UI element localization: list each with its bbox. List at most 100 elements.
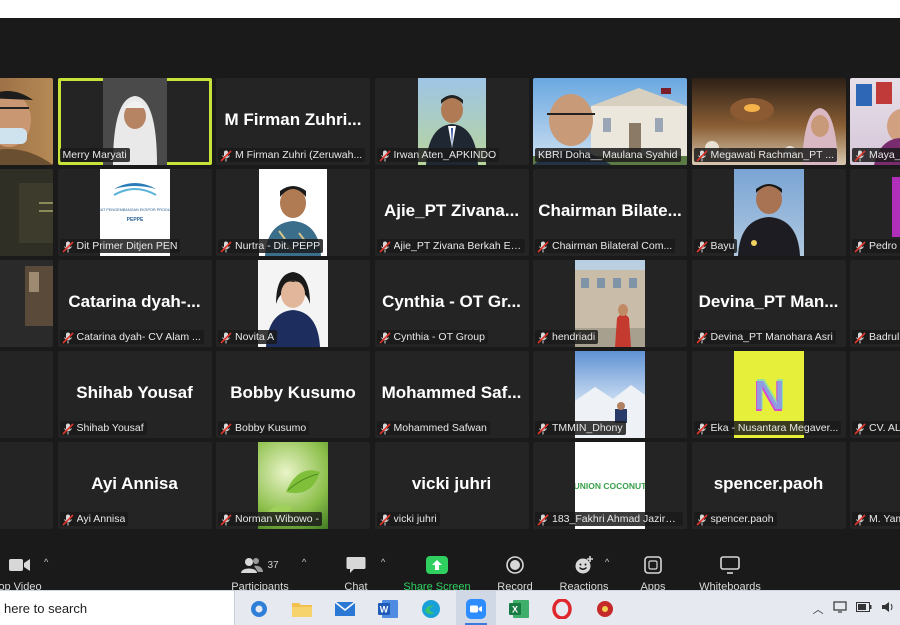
record-button[interactable]: Record	[475, 545, 555, 590]
participant-caption: M. Yam	[852, 512, 900, 526]
excel-icon[interactable]: X	[499, 591, 539, 625]
zoom-meeting-window: Merry Maryati M Firman Zuhri... M Firman Z…	[0, 18, 900, 590]
share-screen-button[interactable]: Share Screen	[397, 545, 477, 590]
whiteboards-label: Whiteboards	[699, 581, 761, 590]
zoom-icon[interactable]	[456, 591, 496, 625]
participant-tile[interactable]: Bobby Kusumo Bobby Kusumo	[216, 351, 370, 438]
muted-mic-icon	[695, 422, 708, 435]
participant-name: M Firman Zuhri (Zeruwah...	[235, 149, 363, 161]
record-icon	[506, 555, 524, 575]
participants-caret-icon[interactable]: ^	[302, 557, 306, 567]
participant-caption: 183_Fakhri Ahmad Jazira_...	[535, 512, 683, 526]
participant-tile[interactable]: M Firman Zuhri... M Firman Zuhri (Zeruwah…	[216, 78, 370, 165]
participant-tile[interactable]: hendriadi	[533, 260, 687, 347]
participant-tile[interactable]: Maya_l	[850, 78, 900, 165]
stop-video-button[interactable]: op Video	[0, 545, 60, 590]
word-icon[interactable]: W	[368, 591, 408, 625]
video-camera-icon	[9, 555, 31, 575]
muted-mic-icon	[220, 149, 232, 162]
participant-caption: Maya_l	[852, 148, 900, 162]
participant-video	[0, 260, 53, 347]
participant-name: 183_Fakhri Ahmad Jazira_...	[552, 513, 680, 525]
participant-video	[733, 169, 804, 256]
muted-mic-icon	[378, 513, 391, 526]
participant-tile[interactable]: Devina_PT Man... Devina_PT Manohara Asri	[691, 260, 846, 347]
participant-tile[interactable]: Megawati Rachman_PT ...	[691, 78, 846, 165]
reactions-button[interactable]: Reactions	[544, 545, 624, 590]
participant-tile[interactable]: KBRI Doha__Maulana Syahid	[533, 78, 687, 165]
participant-tile[interactable]: vicki juhri vicki juhri	[374, 442, 529, 529]
participant-name: Bobby Kusumo	[235, 422, 307, 434]
video-options-caret-icon[interactable]: ^	[44, 557, 48, 567]
participant-tile[interactable]: N N Eka - Nusantara Megaver...	[691, 351, 846, 438]
game-icon[interactable]	[585, 591, 625, 625]
participant-tile[interactable]: apa	[0, 169, 53, 256]
participant-caption: Devina_PT Manohara Asri	[693, 330, 836, 344]
participant-tile[interactable]: Nurtra - Dit. PEPP	[216, 169, 370, 256]
participant-name: Dit Primer Ditjen PEN	[76, 240, 178, 252]
participant-name: Eka - Nusantara Megaver...	[710, 422, 839, 434]
participant-tile[interactable]: Cynthia - OT Gr... Cynthia - OT Group	[374, 260, 529, 347]
taskbar-search-box[interactable]: here to search	[0, 591, 235, 625]
participant-tile[interactable]: Shihab Yousaf Shihab Yousaf	[57, 351, 212, 438]
participant-caption: CV. AL	[852, 421, 900, 435]
participant-caption: Eka - Nusantara Megaver...	[693, 421, 842, 435]
participant-caption: Pedro F	[852, 239, 900, 253]
participant-tile[interactable]: MMI	[0, 351, 53, 438]
participant-tile[interactable]: Novita A	[216, 260, 370, 347]
whiteboards-button[interactable]: Whiteboards	[690, 545, 770, 590]
participant-tile[interactable]: Badru Badrul	[850, 260, 900, 347]
participants-button[interactable]: 37 Participants	[220, 545, 300, 590]
participant-tile[interactable]: Chairman Bilate... Chairman Bilateral Com…	[533, 169, 687, 256]
battery-icon[interactable]	[856, 602, 872, 615]
participant-tile[interactable]: Ayi Annisa Ayi Annisa	[57, 442, 212, 529]
participant-caption: Bayu	[693, 239, 738, 253]
volume-icon[interactable]	[881, 601, 895, 616]
participant-name: Devina_PT Manohara Asri	[710, 331, 833, 343]
participant-tile[interactable]: CV. Al CV. AL	[850, 351, 900, 438]
participant-caption: Chairman Bilateral Com...	[535, 239, 676, 253]
opera-icon[interactable]	[542, 591, 582, 625]
edge-legacy-icon[interactable]	[239, 591, 279, 625]
muted-mic-icon	[378, 422, 391, 435]
participant-name: Novita A	[235, 331, 275, 343]
participant-tile[interactable]: Ajie_PT Zivana... Ajie_PT Zivana Berkah E…	[374, 169, 529, 256]
muted-mic-icon	[695, 149, 708, 162]
participant-tile[interactable]: Merry Maryati	[57, 78, 212, 165]
participant-tile[interactable]: DIREKTORAT PENGEMBANGAN EKSPOR PRODUK PR…	[57, 169, 212, 256]
mail-icon[interactable]	[325, 591, 365, 625]
apps-button[interactable]: Apps	[613, 545, 693, 590]
participant-name-display: Bobby Kusumo	[230, 383, 356, 402]
participant-name-display: usin	[0, 474, 53, 494]
participant-tile[interactable]: Pedro F	[850, 169, 900, 256]
muted-mic-icon	[220, 331, 232, 344]
participant-tile[interactable]: Mohammed Saf... Mohammed Safwan	[374, 351, 529, 438]
network-icon[interactable]	[833, 601, 847, 616]
participant-tile[interactable]: TMMIN_Dhony	[533, 351, 687, 438]
participant-tile[interactable]: usin	[0, 442, 53, 529]
participant-tile[interactable]	[0, 260, 53, 347]
participant-tile[interactable]: M. Ya M. Yam	[850, 442, 900, 529]
participant-name-display: Ayi Annisa	[91, 474, 178, 493]
participant-name: spencer.paoh	[710, 513, 774, 525]
svg-text:UNION COCONUT: UNION COCONUT	[575, 481, 645, 491]
participant-name: Badrul	[869, 331, 900, 343]
reactions-caret-icon[interactable]: ^	[605, 557, 609, 567]
participant-tile[interactable]: Norman Wibowo -	[216, 442, 370, 529]
participant-caption: Mohammed Safwan	[376, 421, 490, 435]
participant-caption: Megawati Rachman_PT ...	[693, 148, 838, 162]
participant-tile[interactable]: UNION COCONUT 183_Fakhri Ahmad Jazira_...	[533, 442, 687, 529]
participant-name: M. Yam	[869, 513, 900, 525]
file-explorer-icon[interactable]	[282, 591, 322, 625]
participant-tile[interactable]: Irwan Aten_APKINDO	[374, 78, 529, 165]
tray-chevron-icon[interactable]: ︿	[813, 601, 824, 617]
participant-tile[interactable]: Catarina dyah-... Catarina dyah- CV Alam …	[57, 260, 212, 347]
participant-tile[interactable]: Bayu	[691, 169, 846, 256]
participant-tile[interactable]: spencer.paoh spencer.paoh	[691, 442, 846, 529]
participant-name: Shihab Yousaf	[76, 422, 144, 434]
edge-icon[interactable]	[411, 591, 451, 625]
chat-caret-icon[interactable]: ^	[381, 557, 385, 567]
participant-tile[interactable]	[0, 78, 53, 165]
chat-button[interactable]: Chat	[316, 545, 396, 590]
participant-name-display: MMI	[0, 383, 53, 403]
